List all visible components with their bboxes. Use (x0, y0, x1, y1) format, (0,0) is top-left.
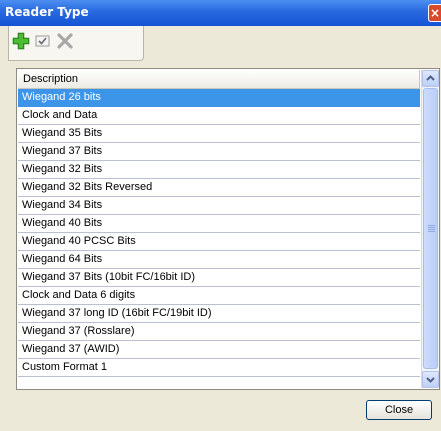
table-row[interactable]: Wiegand 35 Bits (18, 125, 420, 143)
row-description: Wiegand 37 (Rosslare) (22, 325, 135, 337)
reader-type-grid: Description Wiegand 26 bits Clock and Dat… (16, 68, 440, 390)
row-description: Clock and Data (22, 109, 98, 121)
title-bar[interactable]: Reader Type × (0, 0, 441, 26)
row-description: Clock and Data 6 digits (22, 289, 136, 301)
window-title: Reader Type (5, 5, 89, 19)
table-row[interactable]: Wiegand 64 Bits (18, 251, 420, 269)
description-header-label: Description (23, 73, 79, 85)
close-window-icon[interactable]: × (428, 4, 441, 22)
scroll-down-button[interactable] (422, 371, 439, 388)
row-description: Wiegand 64 Bits (22, 253, 103, 265)
table-row[interactable]: Wiegand 32 Bits Reversed (18, 179, 420, 197)
vertical-scrollbar[interactable] (421, 70, 439, 388)
delete-x-icon (57, 33, 73, 49)
table-row[interactable]: Wiegand 37 (AWID) (18, 341, 420, 359)
row-description: Wiegand 40 PCSC Bits (22, 235, 136, 247)
chevron-down-icon (426, 377, 435, 383)
row-description: Custom Format 1 (22, 361, 107, 373)
row-description: Wiegand 37 long ID (16bit FC/19bit ID) (22, 307, 212, 319)
delete-button[interactable] (55, 31, 75, 51)
row-description: Wiegand 32 Bits Reversed (22, 181, 153, 193)
thumb-grip-line (428, 225, 435, 226)
row-description: Wiegand 35 Bits (22, 127, 103, 139)
table-row[interactable]: Wiegand 37 (Rosslare) (18, 323, 420, 341)
table-row[interactable]: Wiegand 34 Bits (18, 197, 420, 215)
grid-rows: Wiegand 26 bits Clock and Data Wiegand 35 … (18, 89, 420, 389)
table-row[interactable]: Wiegand 32 Bits (18, 161, 420, 179)
table-row[interactable]: Wiegand 37 Bits (10bit FC/16bit ID) (18, 269, 420, 287)
chevron-up-icon (426, 75, 435, 81)
close-button[interactable]: Close (366, 400, 432, 420)
table-row[interactable]: Wiegand 26 bits (18, 89, 420, 107)
edit-check-icon (35, 35, 50, 47)
thumb-grip-line (428, 231, 435, 232)
table-row[interactable]: Wiegand 37 Bits (18, 143, 420, 161)
row-description: Wiegand 37 (AWID) (22, 343, 120, 355)
row-description: Wiegand 32 Bits (22, 163, 103, 175)
row-description: Wiegand 37 Bits (22, 145, 103, 157)
table-row[interactable]: Wiegand 40 Bits (18, 215, 420, 233)
table-row[interactable]: Custom Format 1 (18, 359, 420, 377)
thumb-grip-line (428, 227, 435, 228)
grid-header: Description (18, 70, 420, 89)
plus-icon (12, 32, 30, 50)
row-description: Wiegand 34 Bits (22, 199, 103, 211)
row-description: Wiegand 26 bits (22, 91, 101, 103)
table-row[interactable]: Clock and Data 6 digits (18, 287, 420, 305)
table-row[interactable]: Clock and Data (18, 107, 420, 125)
add-button[interactable] (11, 31, 31, 51)
row-description: Wiegand 37 Bits (10bit FC/16bit ID) (22, 271, 196, 283)
edit-button[interactable] (33, 31, 53, 51)
thumb-grip-line (428, 229, 435, 230)
description-column-header[interactable]: Description (18, 70, 420, 88)
row-description: Wiegand 40 Bits (22, 217, 103, 229)
toolbar (8, 26, 144, 61)
scroll-up-button[interactable] (422, 70, 439, 87)
table-row[interactable]: Wiegand 37 long ID (16bit FC/19bit ID) (18, 305, 420, 323)
table-row[interactable]: Wiegand 40 PCSC Bits (18, 233, 420, 251)
scroll-thumb[interactable] (423, 88, 438, 369)
reader-type-dialog: Reader Type × Description Wiegand 26 bit… (0, 0, 441, 431)
